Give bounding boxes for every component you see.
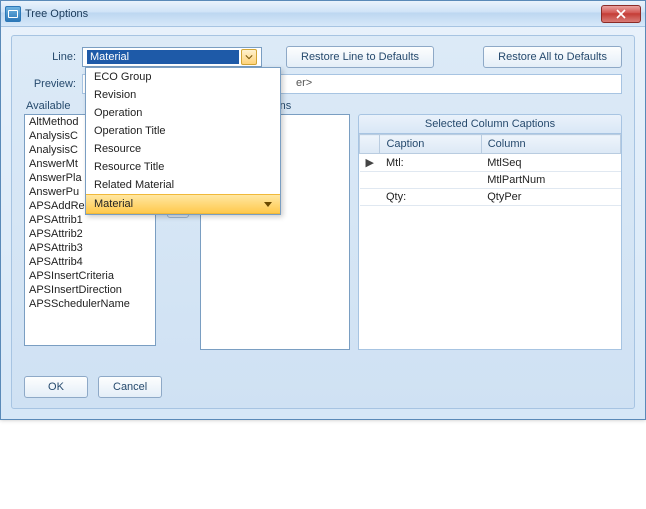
available-item[interactable]: APSAttrib1 [25,213,155,227]
dialog-body: Line: Material Restore Line to Defaults … [11,35,635,409]
available-item[interactable]: APSSchedulerName [25,297,155,311]
window-title: Tree Options [25,8,88,20]
column-header[interactable]: Column [481,135,620,154]
close-icon [616,9,626,19]
available-item[interactable]: APSInsertCriteria [25,269,155,283]
ok-button[interactable]: OK [24,376,88,398]
chevron-down-icon [245,53,253,61]
line-label: Line: [24,51,76,63]
dropdown-item[interactable]: ECO Group [86,68,280,86]
available-item[interactable]: APSAttrib3 [25,241,155,255]
close-button[interactable] [601,5,641,23]
dropdown-item[interactable]: Resource Title [86,158,280,176]
dropdown-item[interactable]: Operation Title [86,122,280,140]
captions-grid-title: Selected Column Captions [358,114,622,133]
dropdown-item[interactable]: Operation [86,104,280,122]
dropdown-item[interactable]: Material [86,194,280,214]
combo-dropdown-button[interactable] [241,49,257,65]
restore-line-button[interactable]: Restore Line to Defaults [286,46,434,68]
tree-options-window: Tree Options Line: Material Restore Line… [0,0,646,420]
line-dropdown-list[interactable]: ECO GroupRevisionOperationOperation Titl… [85,67,281,215]
app-icon [5,6,21,22]
restore-all-button[interactable]: Restore All to Defaults [483,46,622,68]
grid-row[interactable]: MtlPartNum [360,172,621,189]
caption-header[interactable]: Caption [380,135,481,154]
dialog-footer: OK Cancel [24,376,162,398]
available-item[interactable]: APSAttrib2 [25,227,155,241]
dropdown-item[interactable]: Resource [86,140,280,158]
dropdown-item[interactable]: Revision [86,86,280,104]
dropdown-item[interactable]: Related Material [86,176,280,194]
line-combo-value: Material [87,50,239,64]
titlebar: Tree Options [1,1,645,27]
available-item[interactable]: APSInsertDirection [25,283,155,297]
captions-grid[interactable]: Caption Column ▶Mtl:MtlSeqMtlPartNumQty:… [358,133,622,350]
preview-label: Preview: [24,78,76,90]
preview-text: er> [296,77,312,89]
line-combo[interactable]: Material [82,47,262,67]
line-row: Line: Material Restore Line to Defaults … [24,46,622,68]
cancel-button[interactable]: Cancel [98,376,162,398]
grid-row[interactable]: ▶Mtl:MtlSeq [360,154,621,172]
available-item[interactable]: APSAttrib4 [25,255,155,269]
captions-group: Selected Column Captions Caption Column … [358,100,622,350]
grid-row[interactable]: Qty:QtyPer [360,189,621,206]
